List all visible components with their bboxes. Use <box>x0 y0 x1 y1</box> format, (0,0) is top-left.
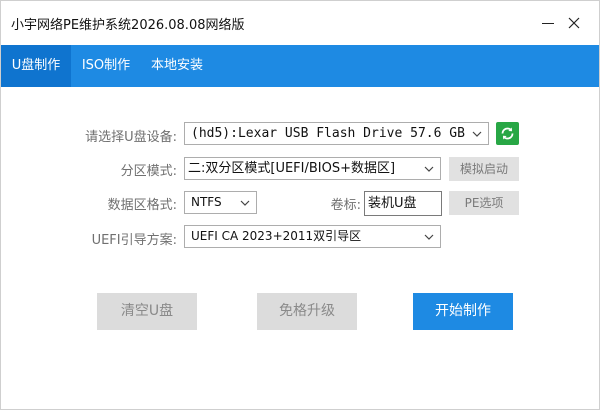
device-label: 请选择U盘设备: <box>85 130 177 145</box>
uefi-value: UEFI CA 2023+2011双引导区 <box>191 229 362 243</box>
chevron-down-icon <box>472 131 482 137</box>
format-label: 数据区格式: <box>107 198 177 213</box>
chevron-down-icon <box>240 200 250 206</box>
refresh-button[interactable] <box>496 122 519 145</box>
uefi-select[interactable]: UEFI CA 2023+2011双引导区 <box>184 225 441 248</box>
tab-bar: U盘制作 ISO制作 本地安装 <box>1 45 599 87</box>
device-value: (hd5):Lexar USB Flash Drive 57.6 GB <box>191 126 465 141</box>
start-button[interactable]: 开始制作 <box>413 293 513 330</box>
refresh-icon <box>501 127 514 140</box>
chevron-down-icon <box>424 166 434 172</box>
upgrade-button[interactable]: 免格升级 <box>257 293 357 330</box>
chevron-down-icon <box>424 234 434 240</box>
title-bar: 小宇网络PE维护系统2026.08.08网络版 <box>1 1 599 45</box>
volume-label: 卷标: <box>330 198 361 213</box>
partition-select[interactable]: 二:双分区模式[UEFI/BIOS+数据区] <box>184 157 441 180</box>
uefi-label: UEFI引导方案: <box>91 233 177 248</box>
tab-usb-make[interactable]: U盘制作 <box>1 45 71 87</box>
main-window: 小宇网络PE维护系统2026.08.08网络版 U盘制作 ISO制作 本地安装 … <box>0 0 600 410</box>
clear-usb-button[interactable]: 清空U盘 <box>97 293 197 330</box>
simulate-boot-button[interactable]: 模拟启动 <box>449 157 519 181</box>
partition-value: 二:双分区模式[UEFI/BIOS+数据区] <box>188 161 396 176</box>
minimize-button[interactable] <box>535 11 561 35</box>
volume-input[interactable]: 装机U盘 <box>364 191 442 216</box>
tab-local-install[interactable]: 本地安装 <box>141 45 213 87</box>
tab-iso-make[interactable]: ISO制作 <box>73 45 139 87</box>
pe-options-button[interactable]: PE选项 <box>449 191 519 215</box>
window-title: 小宇网络PE维护系统2026.08.08网络版 <box>11 18 245 33</box>
format-select[interactable]: NTFS <box>184 191 257 214</box>
partition-label: 分区模式: <box>120 164 177 179</box>
format-value: NTFS <box>191 195 222 209</box>
device-select[interactable]: (hd5):Lexar USB Flash Drive 57.6 GB <box>184 122 489 145</box>
close-button[interactable] <box>561 11 587 35</box>
close-icon <box>568 17 580 29</box>
